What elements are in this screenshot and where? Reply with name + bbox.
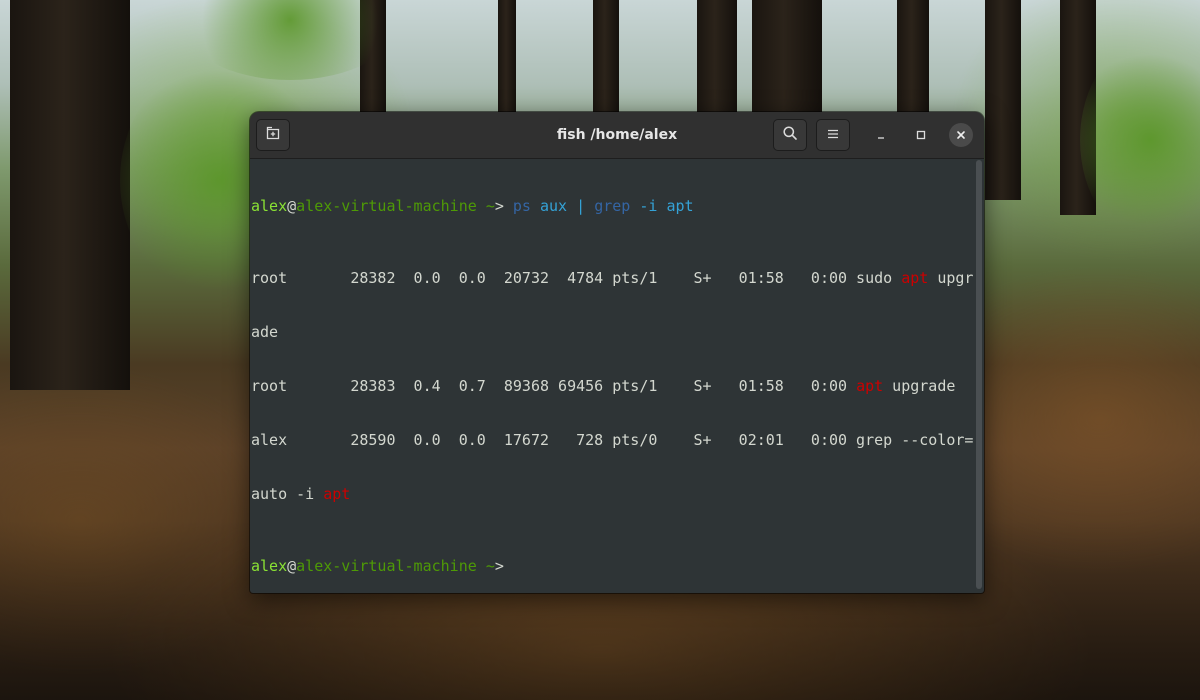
menu-button[interactable]: [816, 119, 850, 151]
output-line: root 28382 0.0 0.0 20732 4784 pts/1 S+ 0…: [251, 269, 974, 287]
tree-trunk: [752, 0, 822, 115]
command-pipe: |: [576, 197, 586, 215]
prompt-user: alex: [251, 197, 288, 215]
prompt-at: @: [287, 197, 297, 215]
tree-trunk: [985, 0, 1021, 200]
command-grep: grep: [594, 197, 631, 215]
search-button[interactable]: [773, 119, 807, 151]
tree-trunk: [593, 0, 619, 115]
maximize-icon: [915, 126, 927, 145]
new-tab-button[interactable]: [256, 119, 290, 151]
new-tab-icon: [265, 125, 281, 145]
output-match: apt: [901, 269, 929, 287]
output-line: alex 28590 0.0 0.0 17672 728 pts/0 S+ 02…: [251, 431, 974, 449]
tree-trunk: [498, 0, 516, 115]
prompt-at: @: [287, 557, 297, 575]
close-icon: [955, 126, 967, 145]
scrollbar[interactable]: [976, 160, 982, 589]
output-line: ade: [251, 323, 974, 341]
prompt-cwd: ~: [485, 557, 495, 575]
command-ps: ps: [512, 197, 531, 215]
close-button[interactable]: [949, 123, 973, 147]
header-bar[interactable]: fish /home/alex: [250, 112, 984, 159]
terminal-output[interactable]: alex@alex-virtual-machine ~> ps aux | gr…: [250, 159, 974, 593]
search-icon: [782, 125, 798, 145]
prompt-line: alex@alex-virtual-machine ~>: [251, 557, 974, 575]
command-arg-aux: aux: [540, 197, 568, 215]
prompt-user: alex: [251, 557, 288, 575]
output-text: upgr: [928, 269, 974, 287]
command-pattern: apt: [666, 197, 694, 215]
output-match: apt: [856, 377, 884, 395]
prompt-line: alex@alex-virtual-machine ~> ps aux | gr…: [251, 197, 974, 215]
output-text: root 28382 0.0 0.0 20732 4784 pts/1 S+ 0…: [251, 269, 902, 287]
output-text: alex 28590 0.0 0.0 17672 728 pts/0 S+ 02…: [251, 431, 974, 449]
prompt-host: alex-virtual-machine: [296, 197, 477, 215]
output-line: root 28383 0.4 0.7 89368 69456 pts/1 S+ …: [251, 377, 974, 395]
maximize-button[interactable]: [909, 123, 933, 147]
tree-trunk: [697, 0, 737, 115]
prompt-char: >: [494, 197, 504, 215]
output-text: ade: [251, 323, 279, 341]
command-flag: -i: [639, 197, 658, 215]
output-text: root 28383 0.4 0.7 89368 69456 pts/1 S+ …: [251, 377, 857, 395]
prompt-cwd: ~: [485, 197, 495, 215]
foliage: [1080, 40, 1200, 240]
output-text: upgrade: [883, 377, 956, 395]
terminal-window[interactable]: fish /home/alex alex@alex-virtual-machin…: [250, 112, 984, 593]
tree-trunk: [10, 0, 130, 390]
hamburger-menu-icon: [826, 126, 840, 145]
prompt-char: >: [494, 557, 504, 575]
minimize-button[interactable]: [869, 123, 893, 147]
output-line: auto -i apt: [251, 485, 974, 503]
output-match: apt: [323, 485, 351, 503]
tree-trunk: [897, 0, 929, 115]
prompt-host: alex-virtual-machine: [296, 557, 477, 575]
minimize-icon: [875, 126, 887, 145]
output-text: auto -i: [251, 485, 324, 503]
